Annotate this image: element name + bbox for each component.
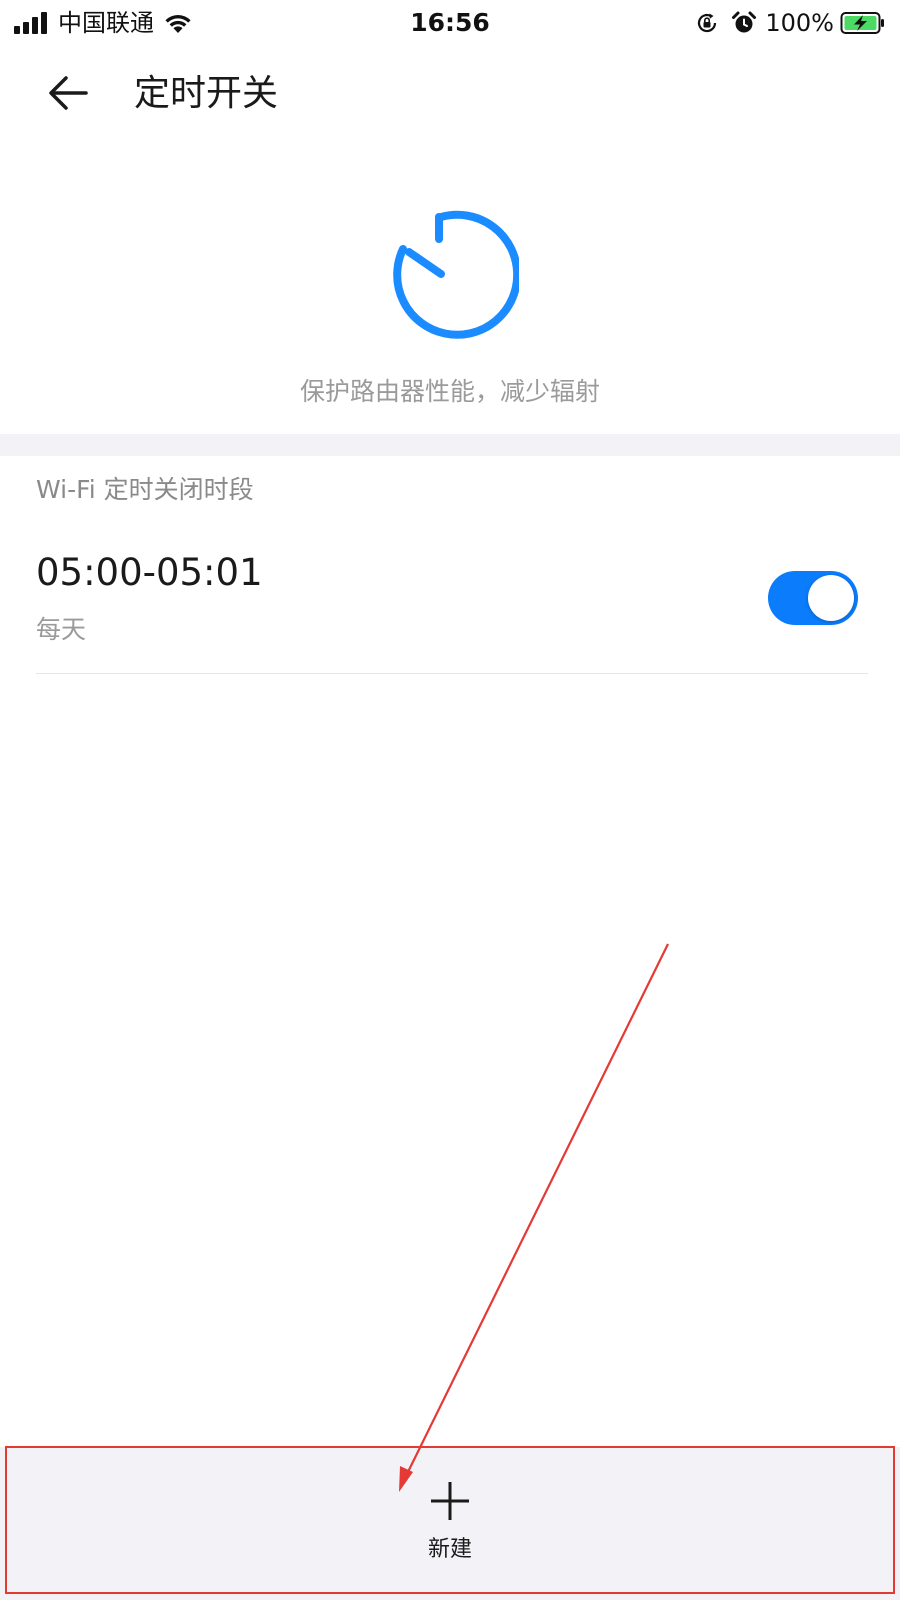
new-label: 新建 — [427, 1537, 472, 1562]
section-header: Wi-Fi 定时关闭时段 — [36, 475, 254, 504]
back-button[interactable] — [38, 68, 98, 118]
timer-icon — [393, 210, 519, 339]
section-divider — [0, 434, 900, 456]
rotation-lock-icon — [698, 13, 717, 33]
schedule-item[interactable]: 05:00-05:01 每天 — [36, 530, 868, 674]
alarm-icon — [732, 11, 757, 33]
hero-subtitle: 保护路由器性能，减少辐射 — [299, 377, 600, 406]
battery-percent: 100% — [765, 9, 834, 37]
schedule-repeat: 每天 — [36, 615, 87, 644]
nav-bar: 定时开关 — [0, 56, 900, 132]
schedule-toggle[interactable] — [768, 571, 858, 625]
page-title: 定时开关 — [134, 73, 279, 114]
battery-charging-icon — [840, 12, 884, 34]
status-bar: 中国联通 16:56 100% — [0, 0, 900, 46]
plus-icon — [431, 1482, 469, 1520]
toggle-knob — [808, 575, 854, 621]
back-arrow-icon — [49, 76, 88, 110]
bottom-bar: 新建 — [0, 1447, 900, 1600]
status-bar-right: 100% — [695, 7, 886, 39]
new-button[interactable]: 新建 — [380, 1475, 520, 1575]
schedule-time-range: 05:00-05:01 — [36, 551, 263, 594]
